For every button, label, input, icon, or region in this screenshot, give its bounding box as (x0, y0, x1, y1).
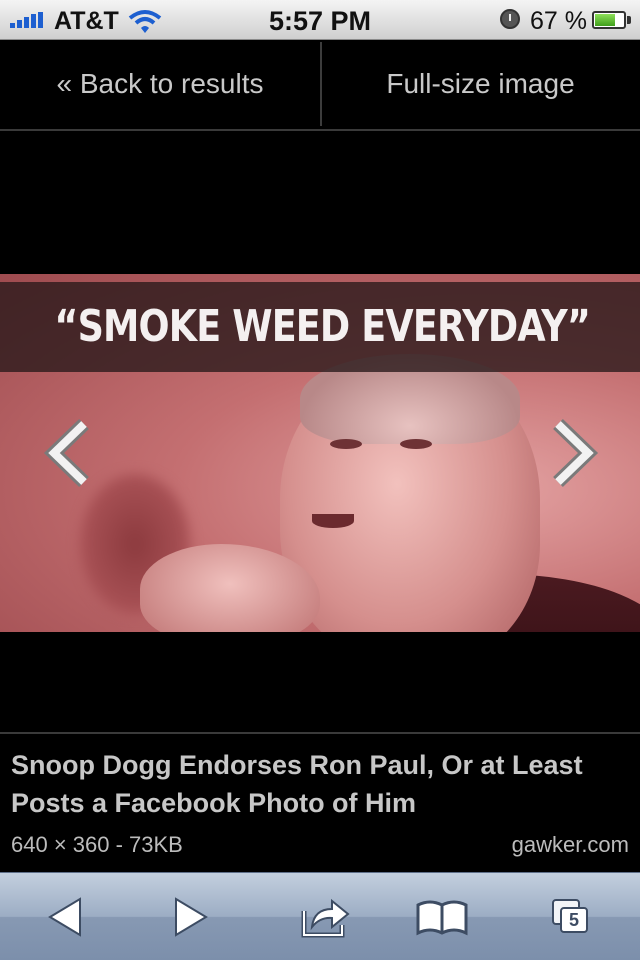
battery-fill (595, 14, 616, 26)
divider (0, 732, 640, 734)
forward-arrow-icon[interactable] (162, 887, 222, 947)
status-bar: AT&T 5:57 PM 67 % (0, 0, 640, 40)
chevron-right-icon[interactable] (540, 418, 600, 488)
safari-toolbar: 5 (0, 872, 640, 960)
source-domain[interactable]: gawker.com (512, 832, 629, 858)
image-nav-bar: « Back to results Full-size image (0, 40, 640, 131)
eye (400, 439, 432, 449)
mouth (312, 514, 354, 528)
result-title[interactable]: Snoop Dogg Endorses Ron Paul, Or at Leas… (11, 746, 611, 822)
full-size-image-button[interactable]: Full-size image (321, 40, 640, 131)
back-arrow-icon[interactable] (34, 887, 94, 947)
eye (330, 439, 362, 449)
image-dimensions-size: 640 × 360 - 73KB (11, 832, 183, 857)
battery-percent: 67 % (530, 7, 587, 35)
alarm-icon (500, 9, 520, 29)
battery-tip (627, 16, 631, 24)
bookmarks-icon[interactable] (412, 887, 472, 947)
tabs-icon[interactable]: 5 (544, 887, 604, 947)
chevron-left-icon[interactable] (42, 418, 102, 488)
share-icon[interactable] (294, 887, 354, 947)
tabs-count: 5 (560, 907, 588, 933)
back-to-results-button[interactable]: « Back to results (0, 40, 320, 131)
image-caption: “SMOKE WEED EVERYDAY” (54, 301, 591, 352)
battery-icon (592, 11, 626, 29)
